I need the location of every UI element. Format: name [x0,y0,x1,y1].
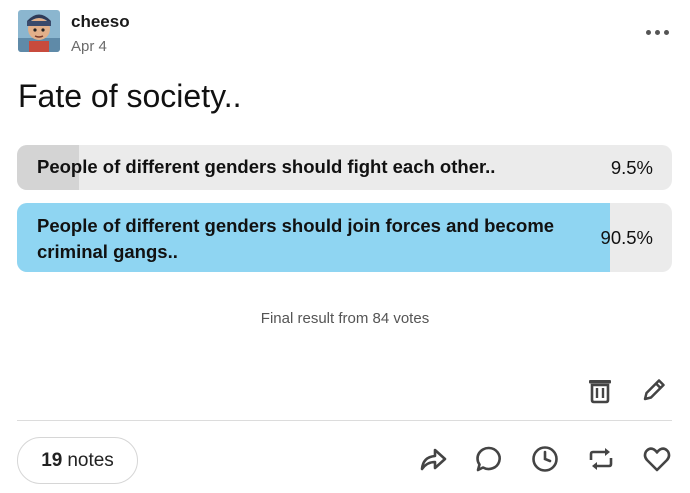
reblog-icon [589,448,613,470]
more-options-button[interactable] [642,22,672,42]
reblog-button[interactable] [585,443,617,475]
clock-icon [532,446,558,472]
edit-button[interactable] [638,374,670,406]
poll-option-text: People of different genders should join … [37,215,555,262]
avatar[interactable] [18,10,60,52]
like-button[interactable] [641,443,673,475]
poll-title: Fate of society.. [18,78,242,114]
schedule-button[interactable] [529,443,561,475]
trash-icon [589,380,611,404]
notes-button[interactable]: 19 notes [17,437,138,484]
delete-button[interactable] [584,374,616,406]
heart-icon [643,447,671,472]
poll-option-text: People of different genders should fight… [37,156,496,177]
more-horizontal-icon [645,29,651,35]
reply-button[interactable] [473,443,505,475]
pencil-icon [643,379,665,401]
notes-count: 19 [41,449,63,471]
footer-divider [17,420,672,421]
post-header: cheeso Apr 4 [18,8,672,58]
avatar-image-icon [18,10,60,52]
poll-option-percent: 9.5% [610,157,653,178]
poll-result-summary: Final result from 84 votes [260,310,430,327]
poll-option-2[interactable]: People of different genders should join … [17,203,672,272]
more-horizontal-icon [663,29,669,35]
post-edit-actions [584,374,670,406]
post-footer-actions [417,443,673,475]
more-horizontal-icon [654,29,660,35]
speech-bubble-icon [476,446,501,472]
notes-label: notes [67,449,114,471]
share-arrow-icon [420,448,447,471]
poll-option-percent: 90.5% [600,227,653,248]
post-date[interactable]: Apr 4 [71,38,107,55]
poll-option-1[interactable]: People of different genders should fight… [17,145,672,190]
share-button[interactable] [417,443,449,475]
username[interactable]: cheeso [71,12,130,32]
